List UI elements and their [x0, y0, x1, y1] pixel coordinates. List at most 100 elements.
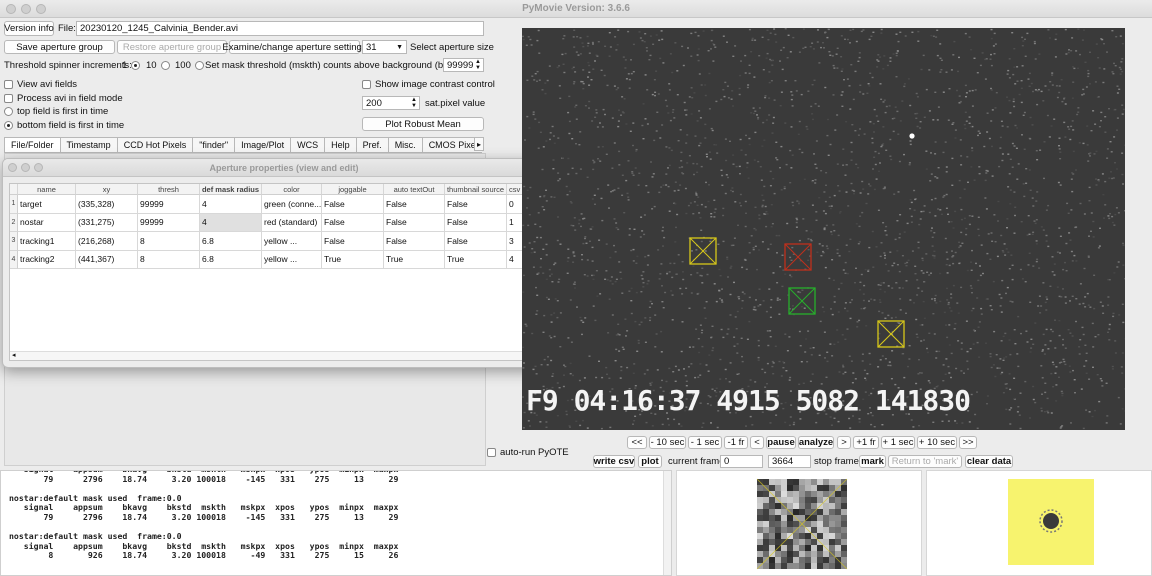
- top-field-first-option[interactable]: top field is first in time: [0, 105, 108, 117]
- column-header[interactable]: joggable: [322, 184, 384, 195]
- table-cell[interactable]: False: [445, 213, 507, 232]
- table-cell[interactable]: yellow ...: [262, 250, 322, 269]
- tab-7[interactable]: Pref.: [355, 137, 388, 153]
- column-header[interactable]: name: [18, 184, 76, 195]
- tab-9[interactable]: CMOS Pixe: [421, 137, 482, 153]
- view-avi-fields-checkbox[interactable]: [4, 79, 13, 89]
- version-info-button[interactable]: Version info: [4, 21, 54, 36]
- table-cell[interactable]: False: [384, 232, 445, 251]
- playback-button[interactable]: - 10 sec: [649, 436, 686, 449]
- table-cell[interactable]: (335,328): [76, 195, 138, 214]
- tab-1[interactable]: Timestamp: [59, 137, 117, 153]
- nostar-aperture[interactable]: [784, 243, 812, 271]
- restore-aperture-group-button[interactable]: Restore aperture group: [117, 40, 227, 54]
- table-cell[interactable]: 4: [200, 213, 262, 232]
- target-aperture[interactable]: [788, 287, 816, 315]
- row-number[interactable]: 3: [10, 232, 18, 251]
- sat-pixel-spinner[interactable]: 200 ▲ ▼: [362, 96, 420, 110]
- column-header[interactable]: color: [262, 184, 322, 195]
- mask-threshold-spinner[interactable]: 99999 ▲ ▼: [443, 58, 484, 72]
- clear-data-button[interactable]: clear data: [965, 455, 1013, 468]
- table-cell[interactable]: 6.8: [200, 232, 262, 251]
- video-frame[interactable]: F9 04:16:37 4915 5082 141830: [522, 28, 1125, 430]
- playback-button[interactable]: analyze: [798, 436, 834, 449]
- view-avi-fields-option[interactable]: View avi fields: [4, 78, 77, 90]
- column-header[interactable]: xy: [76, 184, 138, 195]
- process-field-mode-option[interactable]: Process avi in field mode: [4, 92, 123, 104]
- increment-100-option[interactable]: 100: [175, 58, 208, 72]
- log-scrollbar[interactable]: [663, 471, 671, 575]
- table-cell[interactable]: False: [322, 232, 384, 251]
- tab-0[interactable]: File/Folder: [4, 137, 60, 153]
- table-cell[interactable]: 8: [138, 232, 200, 251]
- column-header[interactable]: thresh: [138, 184, 200, 195]
- playback-button[interactable]: + 1 sec: [881, 436, 915, 449]
- tracking1-aperture[interactable]: [689, 237, 717, 265]
- current-frame-field[interactable]: 0: [720, 455, 763, 468]
- tab-scroll-right-icon[interactable]: ▸: [474, 137, 484, 151]
- table-cell[interactable]: False: [384, 213, 445, 232]
- table-cell[interactable]: 99999: [138, 213, 200, 232]
- table-cell[interactable]: False: [445, 195, 507, 214]
- table-cell[interactable]: tracking2: [18, 250, 76, 269]
- table-cell[interactable]: True: [445, 250, 507, 269]
- show-contrast-control-option[interactable]: Show image contrast control: [362, 78, 495, 90]
- tracking2-aperture[interactable]: [877, 320, 905, 348]
- column-header[interactable]: auto textOut: [384, 184, 445, 195]
- table-cell[interactable]: (331,275): [76, 213, 138, 232]
- aperture-size-select[interactable]: 31 ▼: [362, 40, 407, 54]
- table-cell[interactable]: 6.8: [200, 250, 262, 269]
- top-field-first-radio[interactable]: [4, 106, 13, 116]
- process-field-mode-checkbox[interactable]: [4, 93, 13, 103]
- show-contrast-control-checkbox[interactable]: [362, 79, 371, 89]
- write-csv-button[interactable]: write csv: [593, 455, 635, 468]
- plot-button[interactable]: plot: [638, 455, 662, 468]
- playback-button[interactable]: >: [837, 436, 851, 449]
- table-cell[interactable]: green (conne...: [262, 195, 322, 214]
- playback-button[interactable]: -1 fr: [724, 436, 748, 449]
- row-number[interactable]: 1: [10, 195, 18, 214]
- table-cell[interactable]: (216,268): [76, 232, 138, 251]
- auto-run-pyote-option[interactable]: auto-run PyOTE: [487, 446, 569, 459]
- tab-5[interactable]: WCS: [290, 137, 325, 153]
- tab-2[interactable]: CCD Hot Pixels: [116, 137, 193, 153]
- tab-4[interactable]: Image/Plot: [234, 137, 291, 153]
- bottom-field-first-radio[interactable]: [4, 120, 13, 130]
- table-cell[interactable]: 99999: [138, 195, 200, 214]
- table-cell[interactable]: False: [445, 232, 507, 251]
- row-number[interactable]: 2: [10, 213, 18, 232]
- file-path-field[interactable]: 20230120_1245_Calvinia_Bender.avi: [76, 21, 484, 36]
- playback-button[interactable]: - 1 sec: [688, 436, 722, 449]
- table-cell[interactable]: nostar: [18, 213, 76, 232]
- table-cell[interactable]: False: [322, 213, 384, 232]
- table-cell[interactable]: target: [18, 195, 76, 214]
- return-to-mark-button[interactable]: Return to 'mark': [888, 455, 962, 468]
- table-cell[interactable]: 4: [200, 195, 262, 214]
- playback-button[interactable]: + 10 sec: [917, 436, 957, 449]
- tab-8[interactable]: Misc.: [387, 137, 422, 153]
- table-cell[interactable]: True: [322, 250, 384, 269]
- table-cell[interactable]: False: [384, 195, 445, 214]
- row-number[interactable]: 4: [10, 250, 18, 269]
- mark-button[interactable]: mark: [859, 455, 886, 468]
- examine-aperture-settings-button[interactable]: Examine/change aperture settings: [222, 40, 367, 54]
- column-header[interactable]: def mask radius: [200, 184, 262, 195]
- table-cell[interactable]: 8: [138, 250, 200, 269]
- spinner-arrows-icon[interactable]: ▲ ▼: [475, 59, 481, 71]
- increment-10-option[interactable]: 10: [146, 58, 174, 72]
- table-horizontal-scrollbar[interactable]: ◂ ▸: [10, 351, 560, 360]
- table-cell[interactable]: tracking1: [18, 232, 76, 251]
- spinner-arrows-icon[interactable]: ▲ ▼: [411, 97, 417, 109]
- save-aperture-group-button[interactable]: Save aperture group: [4, 40, 115, 54]
- increment-10-radio[interactable]: [160, 60, 170, 70]
- table-cell[interactable]: yellow ...: [262, 232, 322, 251]
- playback-button[interactable]: >>: [959, 436, 977, 449]
- tab-6[interactable]: Help: [324, 137, 356, 153]
- auto-run-pyote-checkbox[interactable]: [487, 448, 496, 457]
- playback-button[interactable]: <<: [627, 436, 647, 449]
- increment-1-option[interactable]: 1: [122, 58, 144, 72]
- table-cell[interactable]: False: [322, 195, 384, 214]
- increment-1-radio[interactable]: [131, 60, 141, 70]
- stop-frame-field[interactable]: 3664: [768, 455, 811, 468]
- log-output-panel[interactable]: signal appsum bkavg bkstd mskth mskpx xp…: [0, 470, 672, 576]
